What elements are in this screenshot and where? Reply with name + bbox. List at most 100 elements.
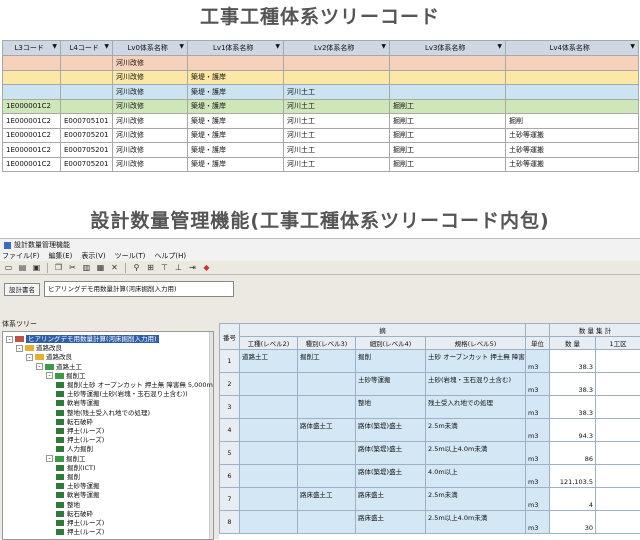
- grid1-row[interactable]: 1E000001C2E000705201河川改修築堤・護岸河川土工掘削工土砂等運…: [3, 157, 639, 172]
- tree-toggle-icon[interactable]: -: [16, 345, 23, 352]
- quantity-cell-zone1[interactable]: [596, 442, 640, 465]
- design-doc-name-button[interactable]: 設計書名: [4, 283, 40, 296]
- grid2-col-header-3[interactable]: 細別(レベル4): [356, 337, 426, 350]
- tree-scrollbar[interactable]: [209, 332, 214, 540]
- grid1-header-0[interactable]: L3コード▼: [3, 41, 61, 56]
- grid1-header-5[interactable]: Lv3体系名称▼: [390, 41, 506, 56]
- filter-dropdown-icon[interactable]: ▼: [179, 43, 184, 50]
- grid2-col-header-6[interactable]: 数 量: [550, 337, 596, 350]
- grid1-header-4[interactable]: Lv2体系名称▼: [284, 41, 390, 56]
- tree-node-label: 押土(ルーズ): [67, 528, 104, 536]
- filter-dropdown-icon[interactable]: ▼: [381, 43, 386, 50]
- quantity-row[interactable]: 5路体(築堤)盛土2.5m以上4.0m未満m386: [220, 442, 640, 465]
- filter-dropdown-icon[interactable]: ▼: [52, 43, 57, 50]
- grid1-header-1[interactable]: L4コード▼: [61, 41, 113, 56]
- quantity-cell-zone1[interactable]: [596, 488, 640, 511]
- grid1-row[interactable]: 河川改修: [3, 56, 639, 71]
- tree-remove-icon[interactable]: ⊥: [173, 262, 184, 273]
- filter-dropdown-icon[interactable]: ▼: [275, 43, 280, 50]
- grid2-col-header-4[interactable]: 規格(レベル5): [426, 337, 526, 350]
- grid1-header-label: Lv0体系名称: [127, 44, 168, 52]
- quantity-cell-zone1[interactable]: [596, 511, 640, 534]
- filter-dropdown-icon[interactable]: ▼: [630, 43, 635, 50]
- grid1-cell: 掘削工: [390, 157, 506, 172]
- quantity-cell-zone1[interactable]: [596, 419, 640, 442]
- quantity-cell-qty[interactable]: 121,103.5: [550, 465, 596, 488]
- palette-icon[interactable]: ◆: [201, 262, 212, 273]
- grid1-row[interactable]: 1E000001C2E000705201河川改修築堤・護岸河川土工掘削工土砂等運…: [3, 128, 639, 143]
- quantity-cell-zone1[interactable]: [596, 396, 640, 419]
- quantity-cell-unit: m3: [526, 442, 550, 465]
- quantity-row[interactable]: 2土砂等運搬土砂(岩塊・玉石混り土含む)m338.3: [220, 373, 640, 396]
- quantity-cell-c1: [240, 373, 298, 396]
- quantity-row[interactable]: 4路体盛土工路体(築堤)盛土2.5m未満m394.3: [220, 419, 640, 442]
- design-doc-name-field[interactable]: ヒアリングデモ用数量計算(河床掘削入力用): [44, 281, 234, 297]
- tree-toggle-icon[interactable]: -: [6, 336, 13, 343]
- copy-icon[interactable]: ❐: [53, 262, 64, 273]
- grid1-row[interactable]: 1E000001C2E000705201河川改修築堤・護岸河川土工掘削工土砂等運…: [3, 143, 639, 158]
- menu-item-3[interactable]: ツール(T): [115, 251, 146, 260]
- grid1-row[interactable]: 河川改修築堤・護岸河川土工: [3, 85, 639, 100]
- folder-icon: [15, 336, 24, 342]
- delete-icon[interactable]: ✕: [109, 262, 120, 273]
- tree-add-icon[interactable]: ⊤: [159, 262, 170, 273]
- open-folder-icon[interactable]: ▤: [17, 262, 28, 273]
- tree-pane[interactable]: -ヒアリングデモ用数量計算(河床掘削入力用)-道路改良-道路改良-道路土工-掘削…: [2, 331, 214, 540]
- menu-item-4[interactable]: ヘルプ(H): [154, 251, 186, 260]
- cut-icon[interactable]: ✂: [67, 262, 78, 273]
- tree-toggle-icon[interactable]: -: [46, 455, 53, 462]
- quantity-cell-zone1[interactable]: [596, 465, 640, 488]
- quantity-row[interactable]: 7路床盛土工路床盛土2.5m未満m34: [220, 488, 640, 511]
- grid2-col-header-1[interactable]: 工種(レベル2): [240, 337, 298, 350]
- quantity-cell-qty[interactable]: 30: [550, 511, 596, 534]
- tree-toggle-icon[interactable]: -: [36, 363, 43, 370]
- grid1-cell: 築堤・護岸: [188, 128, 284, 143]
- menu-item-0[interactable]: ファイル(F): [2, 251, 40, 260]
- paste-icon[interactable]: ▥: [81, 262, 92, 273]
- quantity-cell-no: 8: [220, 511, 240, 534]
- save-icon[interactable]: ▣: [31, 262, 42, 273]
- grid1-cell: [61, 99, 113, 114]
- table-icon[interactable]: ▦: [95, 262, 106, 273]
- tree-toggle-icon[interactable]: -: [46, 372, 53, 379]
- tree-toggle-icon[interactable]: -: [26, 354, 33, 361]
- quantity-row[interactable]: 6路体(築堤)盛土4.0m以上m3121,103.5: [220, 465, 640, 488]
- new-file-icon[interactable]: ▭: [3, 262, 14, 273]
- grid2-col-header-7[interactable]: 1工区: [596, 337, 640, 350]
- filter-dropdown-icon[interactable]: ▼: [497, 43, 502, 50]
- quantity-cell-qty[interactable]: 38.3: [550, 373, 596, 396]
- grid1-header-2[interactable]: Lv0体系名称 ▼: [113, 41, 188, 56]
- quantity-row[interactable]: 1道路土工掘削工掘削土砂 オープンカット 押土無 障害無 5,000m3以上m3…: [220, 350, 640, 373]
- filter-dropdown-icon[interactable]: ▼: [104, 43, 109, 50]
- quantity-cell-zone1[interactable]: [596, 373, 640, 396]
- leaf-item-icon: [56, 382, 64, 388]
- menu-item-1[interactable]: 編集(E): [49, 251, 73, 260]
- grid2-col-header-2[interactable]: 種別(レベル3): [298, 337, 356, 350]
- menu-item-2[interactable]: 表示(V): [81, 251, 105, 260]
- indent-icon[interactable]: ⇥: [187, 262, 198, 273]
- tree-node-label: 押土(ルーズ): [67, 519, 104, 527]
- quantity-row[interactable]: 3整地残土受入れ地での処理m338.3: [220, 396, 640, 419]
- quantity-cell-qty[interactable]: 38.3: [550, 396, 596, 419]
- filter-icon[interactable]: ⊞: [145, 262, 156, 273]
- grid1-row[interactable]: 河川改修築堤・護岸: [3, 70, 639, 85]
- quantity-cell-zone1[interactable]: [596, 350, 640, 373]
- find-icon[interactable]: ⚲: [131, 262, 142, 273]
- grid1-header-6[interactable]: Lv4体系名称▼: [506, 41, 639, 56]
- quantity-cell-qty[interactable]: 38.3: [550, 350, 596, 373]
- quantity-row[interactable]: 8路床盛土2.5m以上4.0m未満m330: [220, 511, 640, 534]
- grid2-col-header-5[interactable]: 単位: [526, 337, 550, 350]
- grid1-header-3[interactable]: Lv1体系名称▼: [188, 41, 284, 56]
- grid1-row[interactable]: 1E000001C2E000705101河川改修築堤・護岸河川土工掘削工掘削: [3, 114, 639, 129]
- quantity-cell-qty[interactable]: 86: [550, 442, 596, 465]
- grid1-row[interactable]: 1E000001C2河川改修築堤・護岸河川土工掘削工: [3, 99, 639, 114]
- grid1-cell: 1E000001C2: [3, 157, 61, 172]
- quantity-cell-c3: 路体(築堤)盛土: [356, 465, 426, 488]
- quantity-cell-qty[interactable]: 4: [550, 488, 596, 511]
- tree-node-label: 人力掘削: [67, 445, 93, 453]
- quantity-cell-c1: [240, 465, 298, 488]
- tree-node[interactable]: 押土(ルーズ): [56, 527, 104, 538]
- quantity-cell-qty[interactable]: 94.3: [550, 419, 596, 442]
- grid1-cell: 河川改修: [113, 143, 188, 158]
- quantity-cell-c3: 路体(築堤)盛土: [356, 442, 426, 465]
